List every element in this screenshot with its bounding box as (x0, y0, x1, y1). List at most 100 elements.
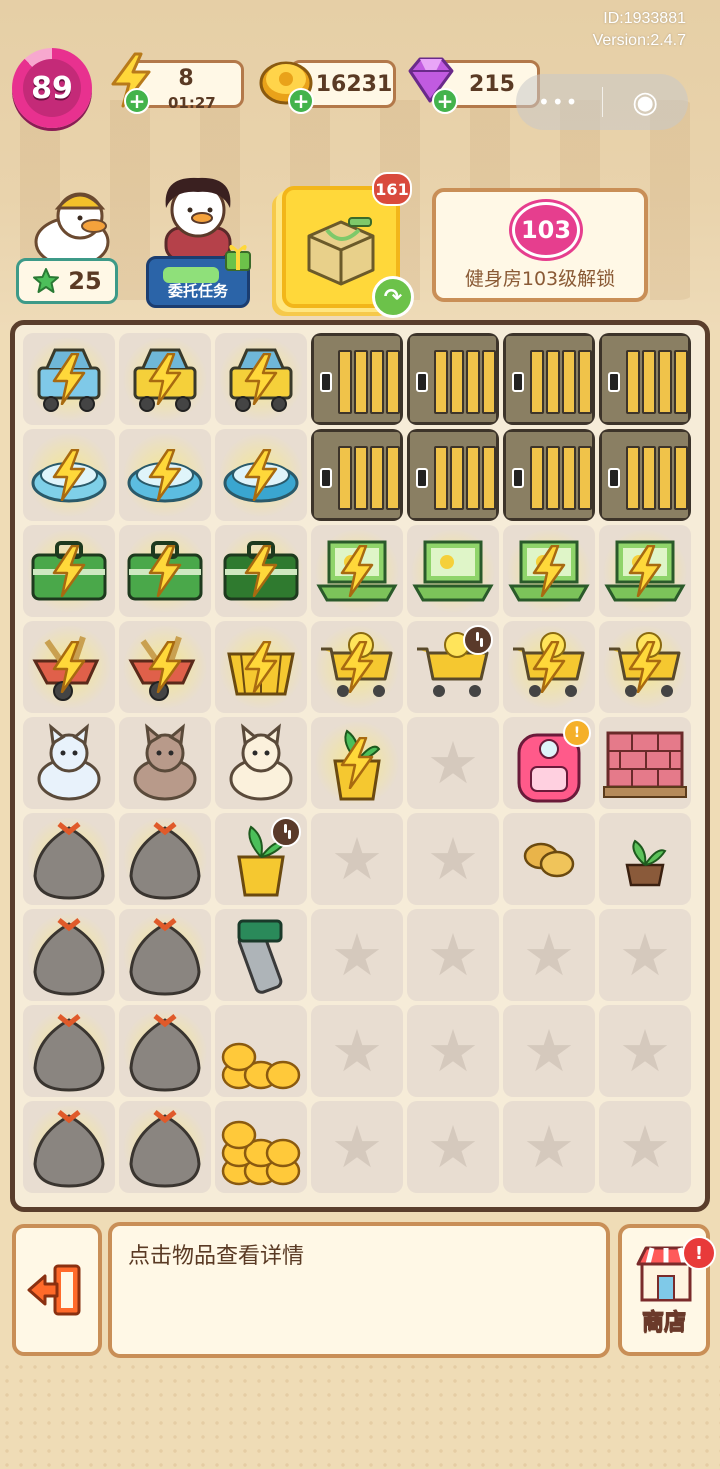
item-info-box: 点击物品查看详情 (108, 1222, 610, 1358)
board-cell-toolbox-green[interactable] (119, 525, 211, 617)
board-cell-cart-green[interactable] (119, 333, 211, 425)
empty-board-cell[interactable]: ★ (407, 909, 499, 1001)
coins-small-icon (219, 1009, 303, 1093)
add-coins-button[interactable]: + (288, 88, 314, 114)
shop-label: 商店 (641, 1310, 686, 1336)
board-cell-trash-bag[interactable] (119, 909, 211, 1001)
empty-board-cell[interactable]: ★ (599, 1005, 691, 1097)
board-cell-cat-white-fluffy[interactable] (23, 717, 115, 809)
empty-board-cell[interactable]: ★ (407, 813, 499, 905)
empty-board-cell[interactable]: ★ (311, 1005, 403, 1097)
board-cell-coins-small[interactable] (215, 1005, 307, 1097)
trash-bag-icon (123, 1008, 207, 1094)
empty-board-cell[interactable]: ★ (503, 909, 595, 1001)
worker-star-badge[interactable]: 25 (16, 258, 118, 304)
empty-slot-star-icon: ★ (331, 1017, 383, 1085)
board-cell-cabinet[interactable] (407, 333, 499, 425)
close-button[interactable]: ◉ (603, 74, 689, 130)
board-cell-laptop[interactable] (407, 525, 499, 617)
board-cell-basket-yellow[interactable] (215, 621, 307, 713)
worker-duck-character[interactable] (24, 186, 118, 268)
board-cell-wheelbarrow[interactable] (119, 621, 211, 713)
board-cell-toolbox-green[interactable] (23, 525, 115, 617)
board-cell-trash-bag[interactable] (119, 1005, 211, 1097)
board-cell-wheelbarrow[interactable] (23, 621, 115, 713)
board-cell-cabinet[interactable] (599, 333, 691, 425)
board-cell-laptop[interactable] (311, 525, 403, 617)
empty-board-cell[interactable]: ★ (407, 717, 499, 809)
board-cell-seedling[interactable] (599, 813, 691, 905)
energy-bolt-icon (244, 352, 278, 406)
empty-board-cell[interactable]: ★ (311, 1101, 403, 1193)
energy-bolt-icon (52, 640, 86, 694)
board-cell-cabinet[interactable] (311, 429, 403, 521)
empty-board-cell[interactable]: ★ (599, 909, 691, 1001)
cat-sleeping-icon (219, 723, 303, 803)
board-cell-trash-bag[interactable] (23, 813, 115, 905)
empty-slot-star-icon: ★ (331, 825, 383, 893)
add-gems-button[interactable]: + (432, 88, 458, 114)
board-cell-backpack-pink[interactable]: ! (503, 717, 595, 809)
board-grid: ★! ★ ★ ★ ★ ★ ★ ★ ★ ★ ★ ★ ★ ★ ★ (23, 333, 699, 1193)
empty-board-cell[interactable]: ★ (407, 1005, 499, 1097)
board-cell-toolbox-dark[interactable] (215, 525, 307, 617)
board-cell-shopping-cart-chick[interactable] (599, 621, 691, 713)
add-energy-button[interactable]: + (124, 88, 150, 114)
board-cell-trash-bag[interactable] (23, 1005, 115, 1097)
merge-board: ★! ★ ★ ★ ★ ★ ★ ★ ★ ★ ★ ★ ★ ★ ★ (10, 320, 710, 1212)
board-cell-shopping-cart-timer[interactable] (407, 621, 499, 713)
refresh-arrow-icon[interactable]: ↷ (372, 276, 414, 318)
board-cell-robot-vac-lvl1[interactable] (23, 429, 115, 521)
locker-cabinet-icon (311, 333, 403, 425)
coins-pile-icon (219, 1105, 303, 1189)
board-cell-trash-bag[interactable] (23, 1101, 115, 1193)
board-cell-trash-bag[interactable] (23, 909, 115, 1001)
board-cell-laptop[interactable] (503, 525, 595, 617)
board-cell-trash-bag[interactable] (119, 1101, 211, 1193)
close-circle-icon: ◉ (632, 84, 659, 120)
board-cell-cabinet[interactable] (407, 429, 499, 521)
board-cell-coins-pile[interactable] (215, 1101, 307, 1193)
board-cell-cat-sphynx[interactable] (119, 717, 211, 809)
board-cell-cabinet[interactable] (503, 333, 595, 425)
empty-board-cell[interactable]: ★ (407, 1101, 499, 1193)
energy-bolt-icon (148, 448, 182, 502)
more-button[interactable]: ••• (516, 74, 602, 130)
board-cell-cart-blue[interactable] (23, 333, 115, 425)
commission-progress-bar (163, 267, 219, 283)
board-cell-shopping-cart-chick[interactable] (311, 621, 403, 713)
miniprogram-capsule: ••• ◉ (516, 74, 688, 130)
board-cell-cabinet[interactable] (311, 333, 403, 425)
empty-board-cell[interactable]: ★ (503, 1101, 595, 1193)
empty-slot-star-icon: ★ (619, 1113, 671, 1181)
trash-bag-icon (27, 912, 111, 998)
empty-board-cell[interactable]: ★ (311, 813, 403, 905)
exit-button[interactable] (12, 1224, 102, 1356)
board-cell-robot-vac-lvl3[interactable] (215, 429, 307, 521)
board-cell-laptop[interactable] (599, 525, 691, 617)
empty-board-cell[interactable]: ★ (503, 1005, 595, 1097)
player-level-badge[interactable]: 89 (12, 48, 92, 128)
locker-cabinet-icon (503, 333, 595, 425)
shop-alert-badge: ! (682, 1236, 716, 1270)
board-cell-shopping-cart-chick[interactable] (503, 621, 595, 713)
gym-unlock-panel[interactable]: 103 健身房103级解锁 (432, 188, 648, 302)
board-cell-cabinet[interactable] (599, 429, 691, 521)
commission-task-label: 委托任务 (167, 282, 228, 300)
board-cell-wrench[interactable] (215, 909, 307, 1001)
board-cell-trash-bag[interactable] (119, 813, 211, 905)
energy-bolt-icon (148, 352, 182, 406)
board-cell-plant-pot-bolt[interactable] (311, 717, 403, 809)
board-cell-brick-pallet[interactable] (599, 717, 691, 809)
board-cell-plant-pot-timer[interactable] (215, 813, 307, 905)
board-cell-cat-sleeping[interactable] (215, 717, 307, 809)
unlock-level-value: 103 (520, 216, 572, 244)
board-cell-cart-yellow[interactable] (215, 333, 307, 425)
board-cell-potatoes[interactable] (503, 813, 595, 905)
board-cell-robot-vac-lvl2[interactable] (119, 429, 211, 521)
empty-board-cell[interactable]: ★ (311, 909, 403, 1001)
empty-slot-star-icon: ★ (427, 1113, 479, 1181)
empty-board-cell[interactable]: ★ (599, 1101, 691, 1193)
gift-box-item-icon (307, 217, 375, 286)
board-cell-cabinet[interactable] (503, 429, 595, 521)
